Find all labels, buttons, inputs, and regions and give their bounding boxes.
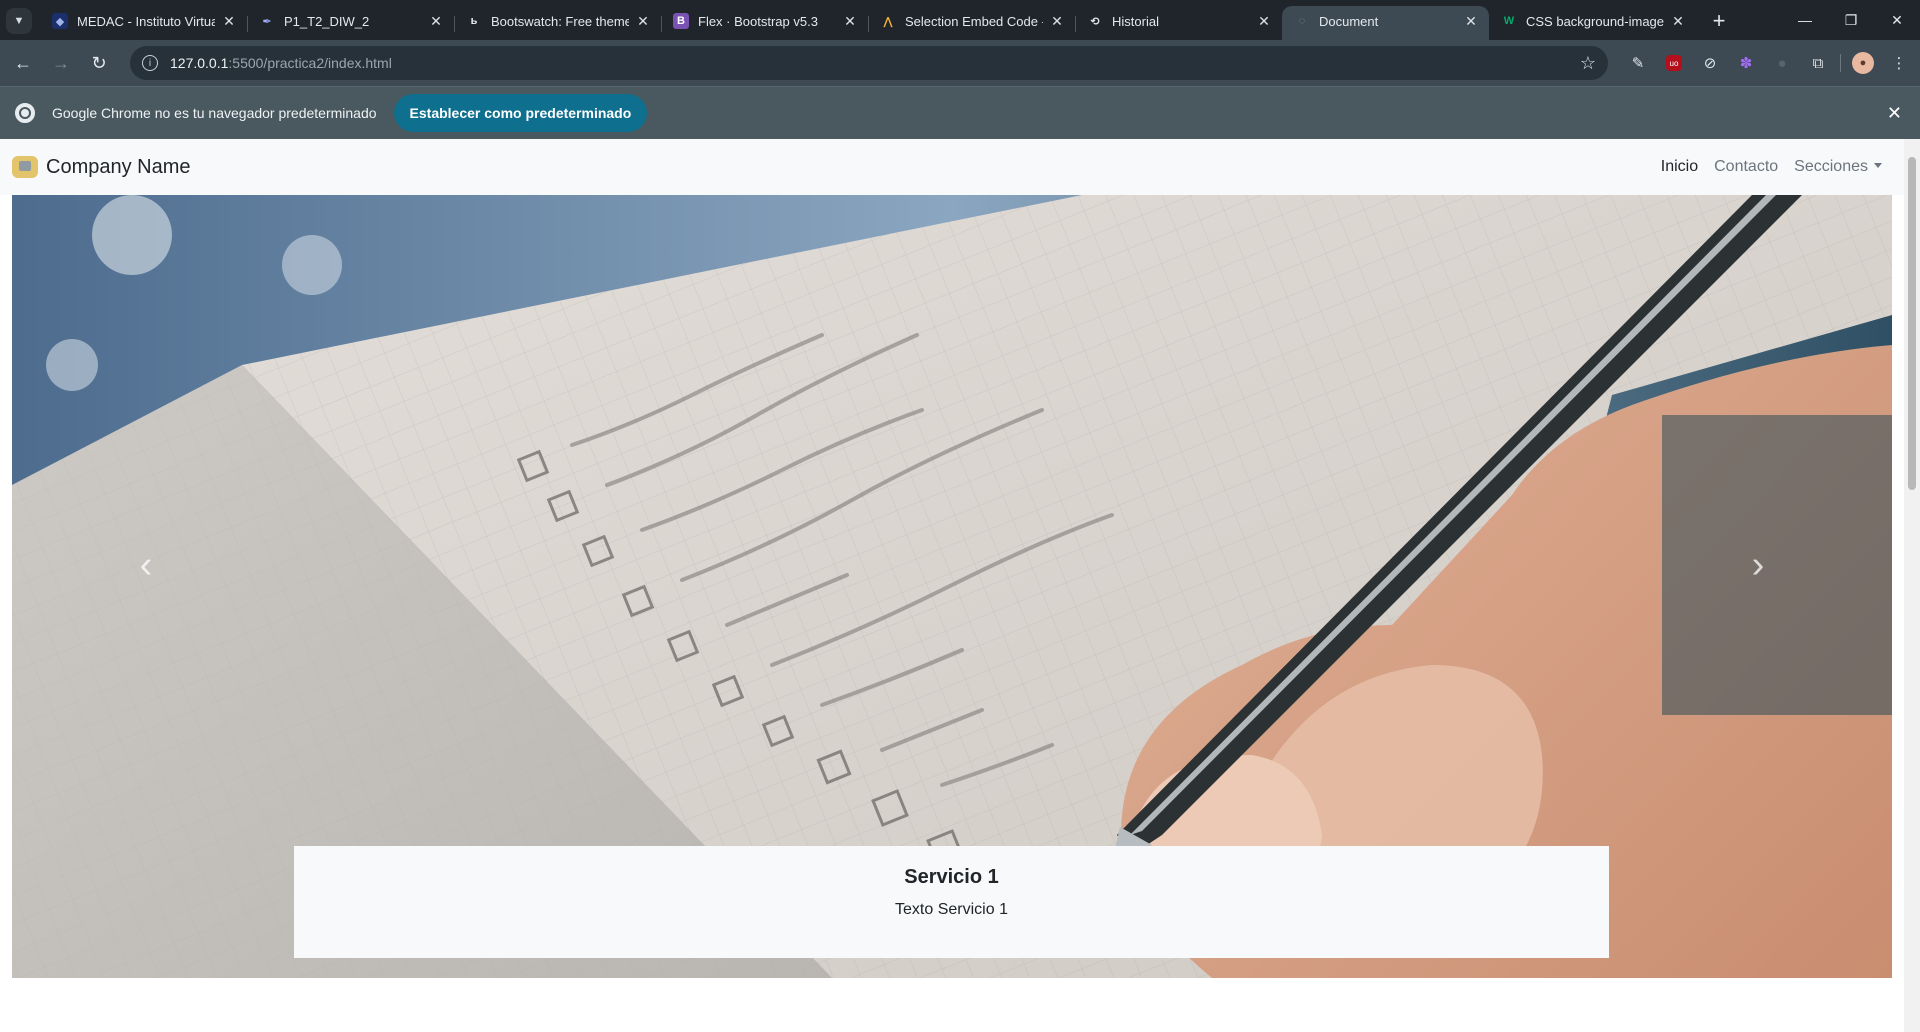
close-icon[interactable]: ✕ (1670, 13, 1686, 30)
w3schools-icon: W (1503, 15, 1515, 27)
tab-strip: ▼ ◆ MEDAC - Instituto Virtual ✕ ✒ P1_T2_… (0, 0, 1920, 40)
chevron-right-icon: › (1751, 543, 1765, 586)
carousel-next-button[interactable]: › (1738, 535, 1778, 595)
ink-pen-icon: ✒ (262, 15, 272, 28)
scrollbar-thumb[interactable] (1908, 157, 1916, 490)
caret-down-icon (1874, 163, 1882, 168)
close-icon: ✕ (1891, 11, 1903, 28)
bookmark-star-icon[interactable]: ☆ (1580, 53, 1596, 74)
bootstrap-icon: B (673, 13, 689, 29)
eyedropper-extension-icon[interactable]: ✎ (1620, 46, 1656, 80)
bootswatch-icon: ь (470, 15, 478, 27)
compass-extension-icon[interactable]: ⊘ (1692, 46, 1728, 80)
restore-button[interactable]: ❐ (1828, 0, 1874, 40)
tab-bootstrap-flex[interactable]: B Flex · Bootstrap v5.3 ✕ (661, 6, 868, 40)
tab-document[interactable]: ◌ Document ✕ (1282, 6, 1489, 40)
shield-icon: ◆ (52, 13, 68, 29)
close-icon[interactable]: ✕ (221, 13, 237, 30)
ublock-extension-icon[interactable]: uo (1656, 46, 1692, 80)
extensions-puzzle-icon[interactable]: ⧉ (1800, 46, 1836, 80)
new-tab-button[interactable]: + (1704, 6, 1734, 36)
carousel-caption: Servicio 1 Texto Servicio 1 (294, 846, 1609, 958)
extensions-area: ✎ uo ⊘ ✽ ● ⧉ ● ⋮ (1620, 46, 1917, 80)
plus-icon: + (1712, 8, 1726, 33)
nav-link-inicio[interactable]: Inicio (1661, 158, 1698, 176)
url-text: 127.0.0.1:5500/practica2/index.html (170, 55, 392, 71)
menu-button[interactable]: ⋮ (1881, 46, 1917, 80)
tab-medac[interactable]: ◆ MEDAC - Instituto Virtual ✕ (40, 6, 247, 40)
flower-extension-icon[interactable]: ✽ (1728, 46, 1764, 80)
close-icon[interactable]: ✕ (428, 13, 444, 30)
chrome-logo-icon (15, 103, 35, 123)
profile-button[interactable]: ● (1845, 46, 1881, 80)
page-viewport: Company Name Inicio Contacto Secciones ‹… (0, 139, 1920, 1032)
restore-icon: ❐ (1844, 11, 1858, 28)
tab-list: ◆ MEDAC - Instituto Virtual ✕ ✒ P1_T2_DI… (40, 0, 1696, 40)
tab-embed-code[interactable]: ⋀ Selection Embed Code - C ✕ (868, 6, 1075, 40)
tab-title: Historial (1112, 13, 1159, 29)
chevron-down-icon: ▼ (13, 15, 25, 27)
window-controls: — ❐ ✕ (1782, 0, 1920, 40)
site-info-icon[interactable]: i (142, 55, 158, 71)
infobar-message: Google Chrome no es tu navegador predete… (52, 105, 377, 121)
chevron-left-icon: ‹ (139, 543, 153, 586)
carousel-caption-title: Servicio 1 (904, 866, 999, 888)
tab-title: MEDAC - Instituto Virtual (77, 13, 215, 29)
browser-toolbar: ← → ↻ i 127.0.0.1:5500/practica2/index.h… (0, 40, 1920, 86)
close-icon[interactable]: ✕ (1887, 103, 1902, 124)
tab-title: Flex · Bootstrap v5.3 (698, 13, 818, 29)
close-window-button[interactable]: ✕ (1874, 0, 1920, 40)
default-browser-infobar: Google Chrome no es tu navegador predete… (0, 86, 1920, 139)
minimize-icon: — (1798, 12, 1812, 28)
logo-icon (12, 156, 38, 178)
tab-title: P1_T2_DIW_2 (284, 13, 370, 29)
page-scrollbar[interactable] (1904, 139, 1920, 1032)
close-icon[interactable]: ✕ (842, 13, 858, 30)
avatar: ● (1852, 52, 1874, 74)
globe-icon: ◌ (1298, 15, 1306, 27)
brand-name: Company Name (46, 155, 191, 178)
tab-p1-t2-diw[interactable]: ✒ P1_T2_DIW_2 ✕ (247, 6, 454, 40)
address-bar[interactable]: i 127.0.0.1:5500/practica2/index.html ☆ (130, 46, 1608, 80)
arrow-right-icon: → (52, 52, 70, 73)
set-default-button[interactable]: Establecer como predeterminado (393, 94, 648, 132)
close-icon[interactable]: ✕ (635, 13, 651, 30)
tab-title: Selection Embed Code - C (905, 13, 1043, 29)
kebab-menu-icon: ⋮ (1891, 55, 1907, 72)
tab-title: CSS background-image p (1526, 13, 1664, 29)
nav-dropdown-secciones[interactable]: Secciones (1794, 158, 1882, 176)
tab-css-background[interactable]: W CSS background-image p ✕ (1489, 6, 1696, 40)
toolbar-divider (1840, 54, 1841, 72)
tab-title: Bootswatch: Free themes (491, 13, 629, 29)
reload-button[interactable]: ↻ (82, 46, 116, 80)
tab-title: Document (1319, 13, 1379, 29)
embed-icon: ⋀ (883, 15, 893, 28)
url-path: :5500/practica2/index.html (228, 55, 392, 71)
url-host: 127.0.0.1 (170, 55, 229, 71)
dark-extension-icon[interactable]: ● (1764, 46, 1800, 80)
navbar-links: Inicio Contacto Secciones (1645, 158, 1882, 176)
tab-bootswatch[interactable]: ь Bootswatch: Free themes ✕ (454, 6, 661, 40)
close-icon[interactable]: ✕ (1463, 13, 1479, 30)
tab-historial[interactable]: ⟲ Historial ✕ (1075, 6, 1282, 40)
hero-carousel: ‹ › Servicio 1 Texto Servicio 1 (12, 195, 1892, 978)
carousel-caption-text: Texto Servicio 1 (895, 901, 1008, 918)
close-icon[interactable]: ✕ (1256, 13, 1272, 30)
forward-button[interactable]: → (44, 46, 78, 80)
nav-link-contacto[interactable]: Contacto (1714, 158, 1778, 176)
tab-search-button[interactable]: ▼ (6, 8, 32, 34)
arrow-left-icon: ← (14, 52, 32, 73)
nav-dropdown-label: Secciones (1794, 158, 1868, 175)
navbar-brand[interactable]: Company Name (12, 156, 191, 179)
site-navbar: Company Name Inicio Contacto Secciones (0, 139, 1904, 195)
carousel-prev-button[interactable]: ‹ (126, 535, 166, 595)
reload-icon: ↻ (91, 52, 107, 73)
minimize-button[interactable]: — (1782, 0, 1828, 40)
close-icon[interactable]: ✕ (1049, 13, 1065, 30)
back-button[interactable]: ← (6, 46, 40, 80)
history-icon: ⟲ (1090, 15, 1100, 28)
